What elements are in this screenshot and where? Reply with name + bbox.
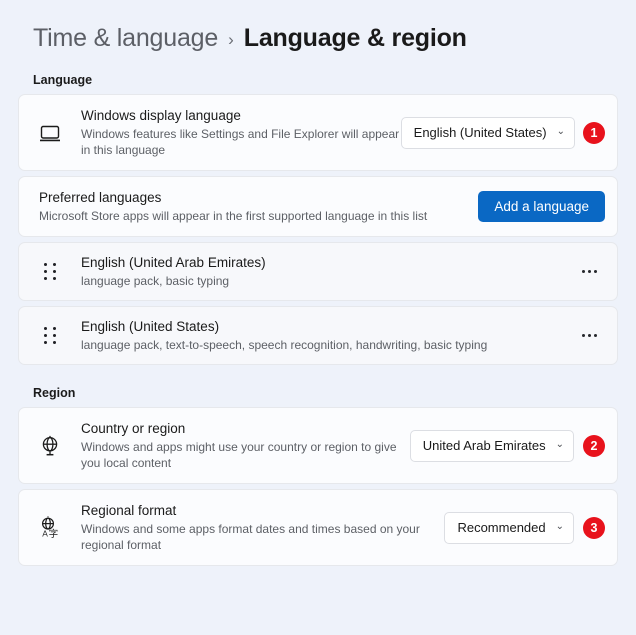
svg-text:字: 字: [49, 527, 59, 539]
add-a-language-button[interactable]: Add a language: [478, 191, 605, 222]
chevron-right-icon: ›: [228, 29, 234, 49]
card-controls: Recommended ⌄ 3: [444, 511, 617, 544]
regional-format-subtitle: Windows and some apps format dates and t…: [81, 522, 420, 552]
card-text: Preferred languages Microsoft Store apps…: [19, 177, 478, 236]
chevron-down-icon: ⌄: [555, 520, 564, 532]
display-language-dropdown[interactable]: English (United States) ⌄: [400, 116, 575, 149]
drag-handle[interactable]: [19, 326, 81, 345]
regional-format-value: Recommended: [457, 520, 546, 535]
language-features: language pack, basic typing: [81, 274, 230, 288]
card-text: Windows display language Windows feature…: [81, 95, 401, 170]
chevron-down-icon: ⌄: [556, 125, 565, 137]
country-region-title: Country or region: [81, 421, 186, 436]
card-text: Country or region Windows and apps might…: [81, 408, 410, 483]
section-label-region: Region: [33, 386, 76, 400]
card-controls: [573, 322, 617, 350]
annotation-badge-2: 2: [583, 434, 605, 457]
globe-icon: [19, 434, 81, 458]
page-title: Language & region: [243, 24, 467, 52]
country-region-subtitle: Windows and apps might use your country …: [81, 440, 397, 470]
language-list-item[interactable]: English (United Arab Emirates) language …: [18, 242, 618, 301]
drag-dots-icon[interactable]: [43, 262, 57, 281]
regional-format-title: Regional format: [81, 503, 177, 518]
section-label-language: Language: [33, 73, 93, 87]
card-preferred-languages: Preferred languages Microsoft Store apps…: [18, 176, 618, 237]
monitor-icon: [19, 121, 81, 145]
language-name: English (United Arab Emirates): [81, 255, 266, 270]
card-text: English (United Arab Emirates) language …: [81, 243, 573, 300]
card-controls: [573, 258, 617, 286]
display-language-title: Windows display language: [81, 108, 241, 123]
drag-handle[interactable]: [19, 262, 81, 281]
breadcrumb: Time & language › Language & region: [0, 0, 636, 53]
card-controls: English (United States) ⌄ 1: [400, 116, 617, 149]
annotation-badge-1: 1: [583, 121, 605, 144]
preferred-languages-title: Preferred languages: [39, 190, 162, 205]
language-name: English (United States): [81, 319, 220, 334]
card-regional-format[interactable]: A 字 Regional format Windows and some app…: [18, 489, 618, 566]
preferred-languages-subtitle: Microsoft Store apps will appear in the …: [39, 209, 428, 223]
breadcrumb-parent-link[interactable]: Time & language: [33, 24, 218, 53]
country-region-value: United Arab Emirates: [422, 438, 546, 453]
display-language-subtitle: Windows features like Settings and File …: [81, 127, 400, 157]
card-text: Regional format Windows and some apps fo…: [81, 490, 444, 565]
regional-format-dropdown[interactable]: Recommended ⌄: [444, 511, 574, 544]
card-controls: United Arab Emirates ⌄ 2: [409, 429, 617, 462]
card-text: English (United States) language pack, t…: [81, 307, 573, 364]
country-region-dropdown[interactable]: United Arab Emirates ⌄: [409, 429, 574, 462]
card-country-or-region[interactable]: Country or region Windows and apps might…: [18, 407, 618, 484]
card-controls: Add a language: [478, 191, 617, 222]
language-features: language pack, text-to-speech, speech re…: [81, 338, 488, 352]
language-options-menu-button[interactable]: [573, 258, 605, 286]
language-list-item[interactable]: English (United States) language pack, t…: [18, 306, 618, 365]
card-windows-display-language[interactable]: Windows display language Windows feature…: [18, 94, 618, 171]
settings-page: Time & language › Language & region Lang…: [0, 0, 636, 635]
language-options-menu-button[interactable]: [573, 322, 605, 350]
svg-text:A: A: [42, 528, 48, 538]
translate-icon: A 字: [19, 515, 81, 541]
display-language-value: English (United States): [413, 125, 547, 140]
annotation-badge-3: 3: [583, 516, 605, 539]
drag-dots-icon[interactable]: [43, 326, 57, 345]
chevron-down-icon: ⌄: [555, 438, 564, 450]
